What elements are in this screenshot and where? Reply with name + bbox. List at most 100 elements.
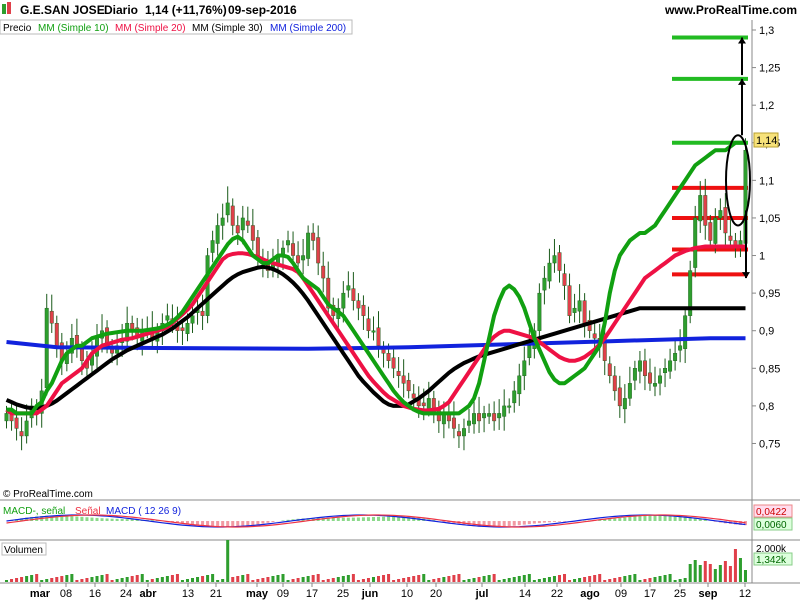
volume-bar: [311, 575, 315, 582]
volume-bar: [150, 579, 154, 582]
candle-body: [185, 322, 190, 334]
x-tick-label: 24: [120, 588, 132, 600]
volume-bar: [557, 575, 561, 582]
volume-bar: [115, 579, 119, 582]
volume-bar: [402, 578, 406, 582]
ticker-label: G.E.SAN JOSE: [20, 3, 105, 17]
candle-body: [49, 310, 54, 324]
x-tick-label: 22: [551, 588, 563, 600]
y-tick-label: 0,85: [759, 363, 780, 375]
candle-body: [472, 413, 476, 425]
candle-body: [165, 315, 170, 321]
macd-bar: [643, 515, 647, 521]
volume-bar: [120, 578, 124, 582]
x-tick-label: 17: [644, 588, 656, 600]
macd-bar: [125, 519, 129, 521]
candle-body: [250, 225, 255, 241]
macd-legend-b: Señal: [75, 506, 101, 517]
volume-bar: [497, 580, 501, 582]
candle-body: [627, 383, 632, 399]
macd-bar: [608, 519, 612, 521]
candle-body: [577, 300, 582, 312]
volume-bar: [462, 580, 466, 582]
volume-bar: [25, 576, 29, 582]
volume-bar: [598, 574, 602, 582]
candle-body: [527, 345, 532, 358]
candle-body: [617, 387, 622, 407]
volume-bar: [135, 575, 139, 582]
volume-bar: [236, 576, 240, 582]
volume-bar: [718, 565, 722, 582]
volume-value: 1,342k: [756, 555, 787, 566]
volume-bar: [286, 580, 290, 582]
candle-body: [230, 205, 235, 226]
macd-bar: [80, 516, 84, 521]
x-tick-label: 14: [519, 588, 531, 600]
volume-bar: [382, 575, 386, 582]
macd-legend-a: MACD-, señal: [3, 506, 65, 517]
volume-bar: [140, 574, 144, 582]
macd-bar: [502, 521, 506, 527]
x-tick-label: 09: [277, 588, 289, 600]
macd-bar: [638, 515, 642, 521]
volume-bar: [537, 579, 541, 582]
volume-bar: [130, 576, 134, 582]
volume-bar: [397, 579, 401, 582]
volume-bar: [206, 575, 210, 582]
volume-bar: [653, 577, 657, 582]
macd-bar: [105, 518, 109, 521]
volume-bar: [457, 574, 461, 582]
volume-bar: [356, 580, 360, 582]
candle-body: [361, 304, 366, 316]
volume-bar: [552, 576, 556, 582]
candle-body: [411, 393, 416, 399]
x-tick-label: 17: [306, 588, 318, 600]
macd-bar: [377, 516, 381, 521]
macd-bar: [522, 521, 526, 525]
candle-body: [612, 375, 617, 392]
candle-body: [306, 232, 311, 259]
quote-label: 1,14 (+11,76%): [145, 3, 227, 17]
volume-bar: [568, 580, 572, 582]
volume-bar: [427, 580, 431, 582]
volume-bar: [603, 580, 607, 582]
volume-bar: [467, 579, 471, 582]
volume-bar: [271, 576, 275, 582]
volume-bar: [366, 578, 370, 582]
volume-bar: [688, 564, 692, 582]
date-label: 09-sep-2016: [228, 3, 297, 17]
volume-bar: [417, 575, 421, 582]
volume-bar: [527, 574, 531, 582]
candle-body: [492, 413, 497, 422]
legend-price: Precio: [3, 23, 32, 34]
macd-bar: [346, 517, 350, 521]
x-tick-label: 08: [60, 588, 72, 600]
candle-body: [19, 431, 24, 437]
macd-bar: [382, 516, 386, 521]
candle-body: [376, 327, 381, 346]
volume-bar: [145, 580, 149, 582]
volume-bar: [336, 577, 340, 582]
volume-bar: [477, 577, 481, 582]
volume-bar: [40, 580, 44, 582]
macd-legend-c: MACD ( 12 26 9): [106, 506, 181, 517]
candle-body: [683, 315, 688, 349]
macd-bar: [251, 521, 255, 526]
macd-bar: [95, 517, 99, 521]
volume-bar: [507, 578, 511, 582]
y-tick-label: 1,1: [759, 175, 774, 187]
macd-bar: [653, 514, 657, 521]
candle-body: [502, 405, 507, 417]
candle-body: [512, 390, 517, 404]
volume-bar: [371, 577, 375, 582]
period-label: Diario: [104, 3, 138, 17]
volume-bar: [256, 579, 260, 582]
candle-body: [708, 222, 713, 241]
volume-bar: [432, 579, 436, 582]
candle-body: [286, 240, 290, 246]
volume-bars: [5, 540, 747, 582]
candle-body: [552, 255, 557, 264]
candle-body: [316, 237, 321, 264]
current-price-label: 1,14: [756, 135, 777, 147]
volume-bar: [251, 580, 255, 582]
